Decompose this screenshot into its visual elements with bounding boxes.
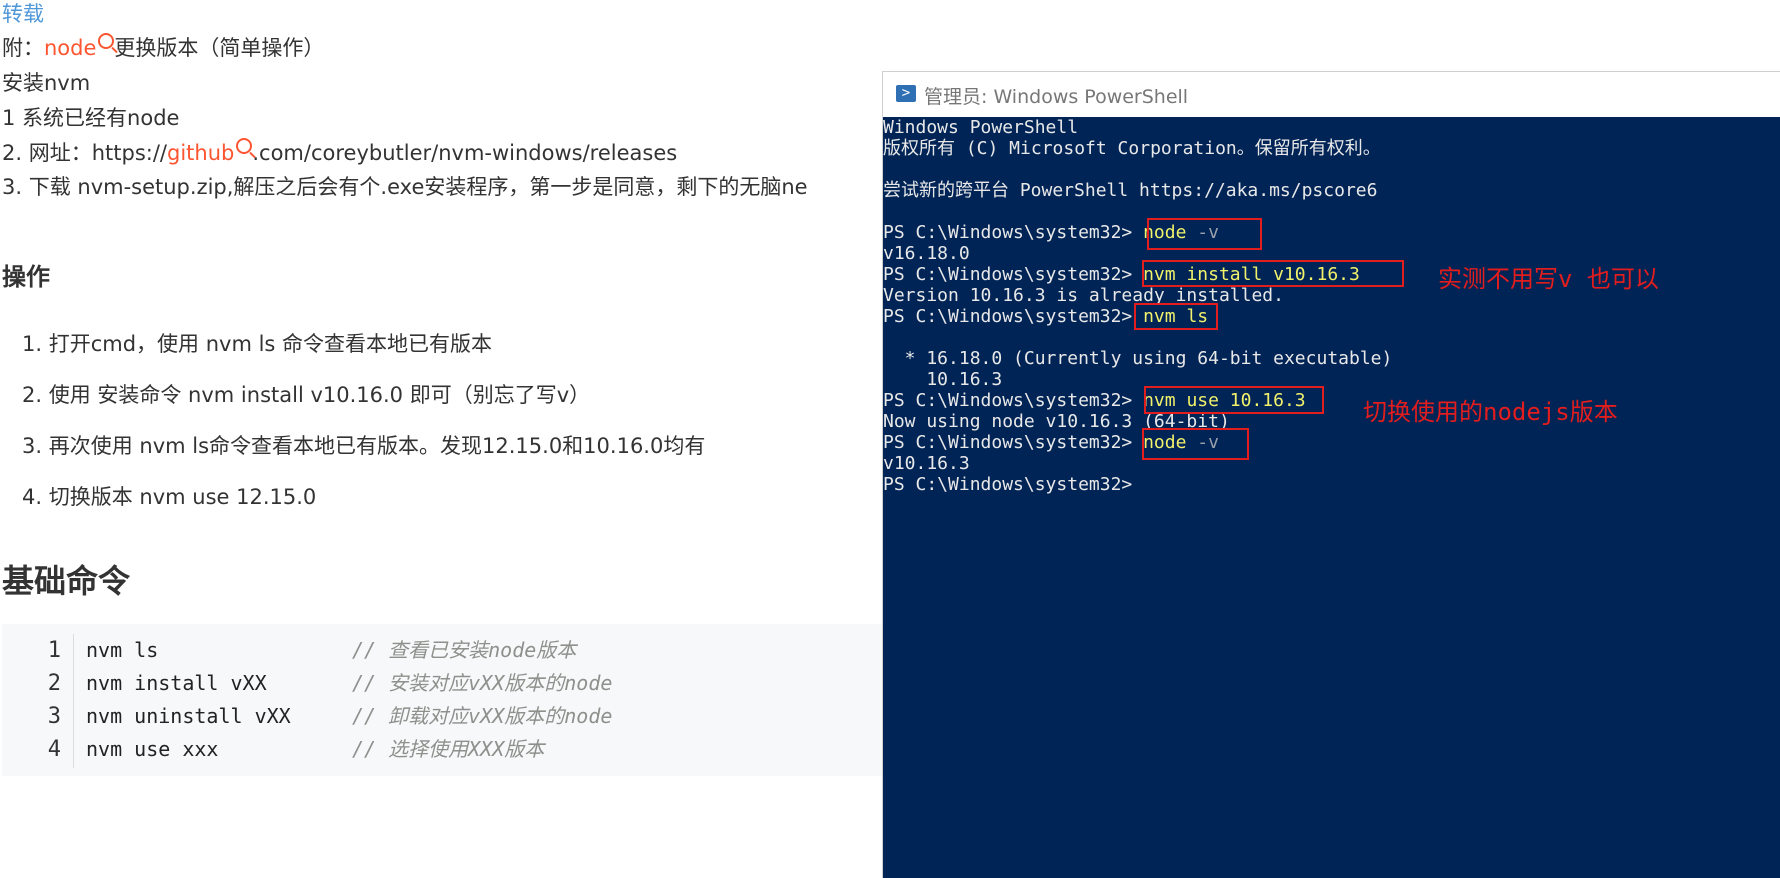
line-number: 4 <box>47 737 61 762</box>
list-item: 2. 使用 安装命令 nvm install v10.16.0 即可（别忘了写v… <box>22 383 591 407</box>
list-item: 4. 切换版本 nvm use 12.15.0 <box>22 485 317 509</box>
console-line: Windows PowerShell <box>883 117 1079 138</box>
console-line: v10.16.3 <box>883 453 970 474</box>
powershell-icon: > <box>896 85 916 102</box>
search-icon[interactable] <box>98 33 115 49</box>
line-number: 3 <box>47 704 61 729</box>
console-prompt: PS C:\Windows\system32> <box>883 222 1144 243</box>
console-line: Version 10.16.3 is already installed. <box>883 285 1284 306</box>
code-command: nvm ls <box>86 638 159 662</box>
code-line: 1 nvm ls // 查看已安装node版本 <box>2 634 882 667</box>
code-line: 4 nvm use xxx // 选择使用XXX版本 <box>2 733 882 766</box>
search-icon[interactable] <box>236 138 253 154</box>
highlight-box <box>1147 218 1262 250</box>
code-comment: // 安装对应vXX版本的node <box>352 671 613 695</box>
highlight-box <box>1142 260 1404 287</box>
window-titlebar[interactable]: > 管理员: Windows PowerShell <box>883 71 1780 117</box>
install-nvm-text: 安装nvm <box>2 71 91 95</box>
heading-basic-commands: 基础命令 <box>2 562 131 600</box>
console-line: 尝试新的跨平台 PowerShell https://aka.ms/pscore… <box>883 180 1378 201</box>
code-line: 3 nvm uninstall vXX // 卸载对应vXX版本的node <box>2 700 882 733</box>
annotation-note: 实测不用写v 也可以 <box>1438 265 1659 293</box>
console-line: 10.16.3 <box>883 369 1003 390</box>
heading-operations: 操作 <box>2 263 50 291</box>
highlight-box <box>1142 428 1249 460</box>
steps-list: 1. 打开cmd，使用 nvm ls 命令查看本地已有版本 2. 使用 安装命令… <box>22 329 705 533</box>
url-suffix: .com/coreybutler/nvm-windows/releases <box>252 141 678 165</box>
highlight-box <box>1134 303 1218 330</box>
code-comment: // 选择使用XXX版本 <box>352 737 545 761</box>
attach-line: 附：node 更换版本（简单操作） <box>2 33 325 62</box>
console-prompt: PS C:\Windows\system32> <box>883 264 1144 285</box>
console-line: v16.18.0 <box>883 243 970 264</box>
code-command: nvm uninstall vXX <box>86 704 291 728</box>
url-prefix: 2. 网址：https:// <box>2 141 167 165</box>
window-title: 管理员: Windows PowerShell <box>924 86 1189 108</box>
download-line: 3. 下载 nvm-setup.zip,解压之后会有个.exe安装程序，第一步是… <box>2 175 808 199</box>
console-line: * 16.18.0 (Currently using 64-bit execut… <box>883 348 1393 369</box>
console-prompt: PS C:\Windows\system32> <box>883 390 1144 411</box>
url-line: 2. 网址：https://github .com/coreybutler/nvm… <box>2 138 678 167</box>
attach-prefix: 附： <box>2 36 44 60</box>
step-line-1: 1 系统已经有node <box>2 106 180 130</box>
code-comment: // 查看已安装node版本 <box>352 638 577 662</box>
console-prompt: PS C:\Windows\system32> <box>883 432 1144 453</box>
code-line: 2 nvm install vXX // 安装对应vXX版本的node <box>2 667 882 700</box>
highlight-box <box>1144 386 1324 414</box>
node-keyword-link[interactable]: node <box>44 36 96 60</box>
list-item: 1. 打开cmd，使用 nvm ls 命令查看本地已有版本 <box>22 332 493 356</box>
reprint-link[interactable]: 转载 <box>2 0 44 28</box>
line-number: 2 <box>47 671 61 696</box>
code-block: 1 nvm ls // 查看已安装node版本 2 nvm install vX… <box>2 624 882 776</box>
console-output[interactable]: Windows PowerShell 版权所有 (C) Microsoft Co… <box>883 116 1780 878</box>
code-command: nvm install vXX <box>86 671 267 695</box>
line-number: 1 <box>47 638 61 663</box>
github-keyword-link[interactable]: github <box>167 141 234 165</box>
list-item: 3. 再次使用 nvm ls命令查看本地已有版本。发现12.15.0和10.16… <box>22 434 706 458</box>
annotation-note: 切换使用的nodejs版本 <box>1363 398 1618 426</box>
console-prompt-line: PS C:\Windows\system32> <box>883 474 1133 495</box>
powershell-window[interactable]: > 管理员: Windows PowerShell Windows PowerS… <box>882 71 1780 878</box>
attach-suffix: 更换版本（简单操作） <box>114 36 325 60</box>
console-line: 版权所有 (C) Microsoft Corporation。保留所有权利。 <box>883 138 1381 159</box>
code-comment: // 卸载对应vXX版本的node <box>352 704 613 728</box>
code-command: nvm use xxx <box>86 737 219 761</box>
console-prompt: PS C:\Windows\system32> <box>883 306 1144 327</box>
